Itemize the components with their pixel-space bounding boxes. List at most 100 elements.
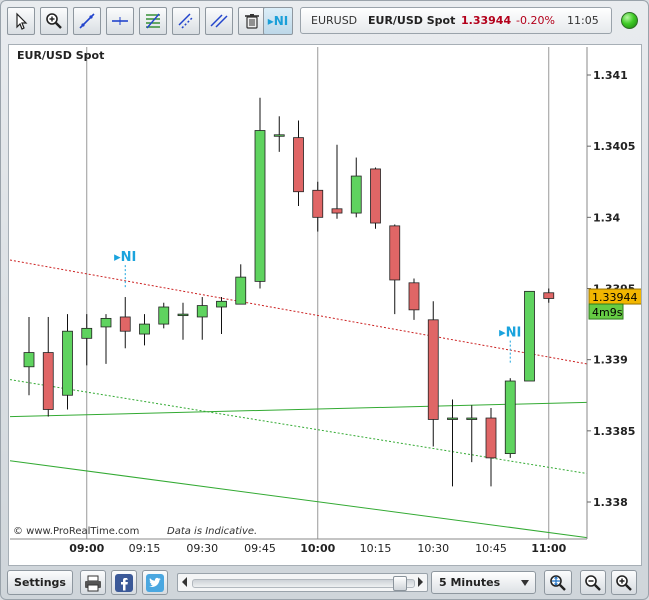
bottom-toolbar: Settings 5 Minutes — [7, 570, 644, 596]
price-change: -0.20% — [516, 14, 555, 27]
fibonacci-icon — [146, 13, 160, 29]
twitter-button[interactable] — [142, 570, 168, 595]
twitter-icon — [146, 573, 164, 592]
candle-body[interactable] — [254, 130, 266, 282]
x-tick-label: 10:00 — [300, 542, 335, 555]
x-tick-label: 11:00 — [531, 542, 566, 555]
channel-icon — [178, 13, 194, 29]
copyright-text: © www.ProRealTime.com — [13, 526, 139, 537]
scroll-thumb[interactable] — [393, 576, 407, 591]
pointer-tool[interactable] — [7, 7, 35, 35]
news-ni-icon: ▸NI — [267, 14, 289, 28]
candle-body[interactable] — [119, 316, 131, 332]
candle-body[interactable] — [196, 305, 208, 318]
zoom-out-button[interactable] — [580, 570, 606, 595]
zoom-fit-button[interactable] — [544, 570, 572, 595]
candlestick-chart[interactable]: ▸NI▸NI1.3381.33851.3391.33951.341.34051.… — [9, 45, 641, 565]
candle-body[interactable] — [504, 380, 516, 455]
zoom-out-icon — [585, 574, 601, 591]
channel-tool[interactable] — [172, 7, 200, 35]
candle-body[interactable] — [466, 417, 478, 420]
y-tick-label: 1.339 — [593, 354, 628, 367]
x-tick-label: 09:00 — [69, 542, 104, 555]
x-tick-label: 10:30 — [417, 542, 449, 555]
y-tick-label: 1.3405 — [593, 140, 635, 153]
candle-body[interactable] — [158, 306, 170, 325]
disclaimer-text: Data is Indicative. — [167, 526, 257, 537]
print-icon — [85, 575, 101, 591]
y-tick-label: 1.338 — [593, 496, 628, 509]
candle-body[interactable] — [524, 290, 535, 382]
last-price-label: 1.33944 — [592, 291, 638, 304]
candle-body[interactable] — [216, 300, 227, 308]
x-tick-label: 09:30 — [186, 542, 218, 555]
cursor-arrow-icon — [16, 12, 28, 30]
time-scrollbar[interactable] — [177, 573, 428, 592]
zoom-fit-icon — [550, 574, 566, 591]
candle-body[interactable] — [235, 276, 247, 305]
scroll-left-icon[interactable] — [182, 577, 187, 587]
parallel-lines-tool[interactable] — [205, 7, 233, 35]
scroll-track[interactable] — [192, 579, 415, 588]
candle-body[interactable] — [139, 323, 150, 335]
candle-body[interactable] — [273, 134, 285, 137]
price-chart[interactable]: ▸NI▸NI1.3381.33851.3391.33951.341.34051.… — [8, 44, 642, 566]
connection-status-icon — [621, 12, 638, 29]
candle-body[interactable] — [389, 225, 401, 281]
interval-select[interactable]: 5 Minutes — [431, 571, 536, 594]
candle-body[interactable] — [408, 282, 420, 311]
y-tick-label: 1.34 — [593, 211, 620, 224]
countdown-label: 4m9s — [592, 306, 623, 319]
instrument-info-bar: EURUSD EUR/USD Spot 1.33944 -0.20% 11:05 — [300, 7, 612, 34]
candle-body[interactable] — [485, 417, 497, 459]
settings-button[interactable]: Settings — [7, 570, 73, 595]
horizontal-line-tool[interactable] — [106, 7, 134, 35]
candle-body[interactable] — [100, 317, 112, 328]
candle-body[interactable] — [293, 137, 304, 193]
news-marker[interactable]: ▸NI — [114, 250, 136, 265]
fibonacci-tool[interactable] — [139, 7, 167, 35]
app-window: ▸NI EURUSD EUR/USD Spot 1.33944 -0.20% 1… — [0, 0, 649, 600]
candle-body[interactable] — [427, 319, 439, 420]
candle-body[interactable] — [312, 189, 324, 218]
candle-body[interactable] — [543, 292, 555, 299]
candle-body[interactable] — [177, 313, 189, 317]
magnifier-plus-icon — [46, 13, 62, 29]
candle-body[interactable] — [62, 330, 73, 396]
last-update-time: 11:05 — [567, 14, 599, 27]
horizontal-line-icon — [112, 17, 128, 25]
candle-body[interactable] — [81, 327, 93, 339]
facebook-button[interactable] — [111, 570, 137, 595]
symbol-code: EURUSD — [311, 14, 358, 27]
news-marker[interactable]: ▸NI — [499, 326, 521, 341]
trendline-icon — [79, 13, 95, 29]
scroll-right-icon[interactable] — [418, 577, 423, 587]
zoom-in-button[interactable] — [611, 570, 637, 595]
candle-body[interactable] — [331, 208, 343, 214]
y-tick-label: 1.341 — [593, 69, 628, 82]
x-tick-label: 09:45 — [244, 542, 276, 555]
candle-body[interactable] — [23, 352, 35, 368]
zoom-in-icon — [616, 574, 632, 591]
zoom-tool[interactable] — [40, 7, 68, 35]
candle-body[interactable] — [42, 352, 54, 410]
chart-title: EUR/USD Spot — [17, 49, 104, 62]
instrument-name: EUR/USD Spot — [368, 14, 456, 27]
print-button[interactable] — [80, 570, 106, 595]
trendline-tool[interactable] — [73, 7, 101, 35]
settings-label: Settings — [14, 576, 66, 589]
chevron-down-icon — [521, 580, 529, 586]
x-tick-label: 10:45 — [475, 542, 507, 555]
y-tick-label: 1.3385 — [593, 425, 635, 438]
x-tick-label: 09:15 — [129, 542, 161, 555]
delete-tool[interactable] — [238, 7, 266, 35]
candle-body[interactable] — [447, 417, 458, 420]
trash-icon — [245, 14, 259, 29]
news-tool[interactable]: ▸NI — [263, 7, 293, 35]
last-price: 1.33944 — [461, 14, 512, 27]
candle-body[interactable] — [350, 175, 362, 214]
x-tick-label: 10:15 — [360, 542, 392, 555]
parallel-lines-icon — [210, 14, 228, 28]
facebook-icon — [115, 573, 133, 592]
candle-body[interactable] — [370, 168, 381, 224]
